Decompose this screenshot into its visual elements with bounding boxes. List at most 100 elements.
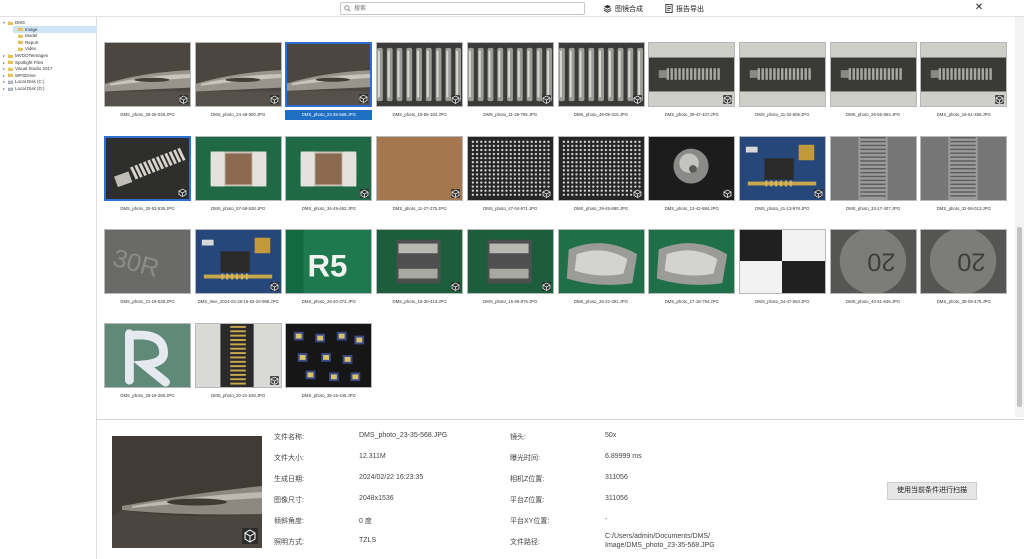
3d-cube-icon[interactable] [269,282,279,291]
image-thumbnail[interactable] [466,135,554,201]
image-thumbnail[interactable] [194,135,282,201]
image-thumbnail[interactable] [376,42,464,107]
image-thumbnail[interactable] [557,229,645,294]
thumbnail-caption[interactable]: DMS_photo_26-55-863.JPG [830,110,917,120]
thumbnail-caption[interactable]: DMS_photo_15-55-875.JPG [467,297,554,307]
3d-cube-icon[interactable] [723,188,733,198]
image-thumbnail[interactable] [285,322,373,388]
thumbnail-caption[interactable]: DMS_photo_20-53-539.JPG [104,204,191,214]
grid-scrollbar[interactable] [1015,17,1024,417]
image-thumbnail[interactable] [104,42,191,107]
info-value: 311056 [605,474,628,481]
close-button[interactable]: ✕ [973,2,985,14]
thumbnail-caption[interactable]: DMS_photo_32-56-013.JPG [920,204,1007,214]
3d-cube-icon[interactable] [178,187,187,197]
scrollbar-thumb[interactable] [1017,227,1022,407]
thumbnail-caption[interactable]: DMS_photo_49-09-310.JPG [558,110,645,120]
3d-cube-icon[interactable] [179,95,188,104]
thumbnail-caption[interactable]: DMS_photo_34-47-663.JPG [739,297,826,307]
thumbnail-caption[interactable]: DMS_photo_38-09-478.JPG [920,297,1007,307]
3d-cube-icon[interactable] [632,95,642,104]
3d-cube-icon[interactable] [632,188,642,198]
thumbnail-caption[interactable]: DMS_photo_24-48-900.JPG [195,110,282,120]
thumbnail-caption[interactable]: DMS_photo_41-13-978.JPG [739,204,826,214]
image-thumbnail[interactable] [557,42,645,107]
3d-cube-icon[interactable] [359,94,369,103]
image-thumbnail[interactable] [829,42,917,107]
thumbnail-image [467,43,553,106]
image-thumbnail[interactable] [466,42,554,107]
thumbnail-caption[interactable]: DMS_photo_40-51-846.JPG [830,297,917,307]
3d-cube-icon[interactable] [995,95,1005,104]
image-thumbnail[interactable]: 20 [920,229,1008,294]
image-thumbnail[interactable] [104,135,191,201]
image-thumbnail[interactable] [104,322,191,388]
thumbnail-caption[interactable]: DMS_photo_15-55-184.JPG [376,110,463,120]
image-thumbnail[interactable] [648,229,736,294]
thumbnail-caption[interactable]: DMS_photo_16-51-365.JPG [920,110,1007,120]
thumbnail-image [830,43,916,106]
image-thumbnail[interactable] [648,42,736,107]
3d-cube-icon[interactable] [813,188,823,198]
thumbnail-caption[interactable]: DMS_photo_35-15-445.JPG [285,391,372,401]
3d-cube-icon[interactable] [451,282,461,291]
3d-cube-icon[interactable] [242,528,258,544]
image-thumbnail[interactable] [285,42,373,107]
thumbnail-caption[interactable]: DMS_photo_47-04-971.JPG [467,204,554,214]
image-thumbnail[interactable] [194,229,282,294]
3d-cube-icon[interactable] [541,95,551,104]
image-merge-button[interactable]: 图镜合成 [603,3,643,14]
thumbnail-caption[interactable]: DMS_photo_11-29-755.JPG [467,110,554,120]
3d-cube-icon[interactable] [360,188,370,198]
thumbnail-caption[interactable]: DMS_time_2024-02-28-16-52-20-968.JPG [195,297,282,307]
image-thumbnail[interactable] [194,42,282,107]
3d-cube-icon[interactable] [541,282,551,291]
image-thumbnail[interactable]: 30R [104,229,191,294]
image-thumbnail[interactable] [648,135,736,201]
thumbnail-caption[interactable]: DMS_photo_26-22-491.JPG [558,297,645,307]
thumbnail-caption[interactable]: DMS_photo_11-27-275.JPG [376,204,463,214]
3d-cube-icon[interactable] [451,188,461,198]
image-thumbnail[interactable] [376,229,464,294]
tree-item[interactable]: ▸ Local Disk (D:) [3,85,97,92]
3d-cube-icon[interactable] [541,188,551,198]
image-thumbnail[interactable] [557,135,645,201]
thumbnail-caption[interactable]: DMS_photo_31-32-605.JPG [739,110,826,120]
image-thumbnail[interactable] [466,229,554,294]
thumbnail-caption[interactable]: DMS_photo_18-30-413.JPG [376,297,463,307]
3d-cube-icon[interactable] [269,95,279,104]
image-thumbnail[interactable]: R5 [285,229,373,294]
thumbnail-caption[interactable]: DMS_photo_23-35-568.JPG [285,110,373,120]
thumbnail-caption[interactable]: DMS_photo_20-21-528.JPG [195,391,282,401]
image-thumbnail[interactable] [285,135,373,201]
3d-cube-icon[interactable] [723,95,733,104]
thumbnail-caption[interactable]: DMS_photo_57-58-528.JPG [195,204,282,214]
image-thumbnail[interactable] [738,135,826,201]
thumbnail-caption[interactable]: DMS_photo_33-17-407.JPG [830,204,917,214]
scan-with-current-settings-button[interactable]: 使用当前条件进行扫描 [887,482,977,500]
thumbnail-caption[interactable]: DMS_photo_39-47-407.JPG [648,110,735,120]
thumbnail-caption[interactable]: DMS_photo_28-40-373.JPG [285,297,372,307]
tree-item-label: Image [25,26,38,32]
thumbnail-caption[interactable]: DMS_photo_28-25-048.JPG [104,110,191,120]
image-thumbnail[interactable] [920,42,1008,107]
image-thumbnail[interactable] [920,135,1008,201]
image-thumbnail[interactable] [194,322,282,388]
report-export-button[interactable]: 报告导出 [665,3,704,14]
thumbnail-caption[interactable]: DMS_photo_13-42-884.JPG [648,204,735,214]
thumbnail-caption[interactable]: DMS_photo_29-45-880.JPG [558,204,645,214]
3d-cube-icon[interactable] [451,95,461,104]
thumbnail-caption[interactable]: DMS_photo_34-49-462.JPG [285,204,372,214]
thumbnail-caption[interactable]: DMS_photo_17-18-794.JPG [648,297,735,307]
3d-cube-icon[interactable] [269,375,279,385]
thumbnail-caption[interactable]: DMS_photo_21-18-538.JPG [104,297,191,307]
search-input[interactable] [354,3,574,14]
thumbnail-image [377,230,463,293]
image-thumbnail[interactable] [738,42,826,107]
image-thumbnail[interactable] [829,135,917,201]
thumbnail-caption[interactable]: DMS_photo_25-18-268.JPG [104,391,191,401]
image-thumbnail[interactable] [738,229,826,294]
search-box[interactable] [340,2,585,15]
image-thumbnail[interactable] [376,135,464,201]
image-thumbnail[interactable]: 20 [829,229,917,294]
